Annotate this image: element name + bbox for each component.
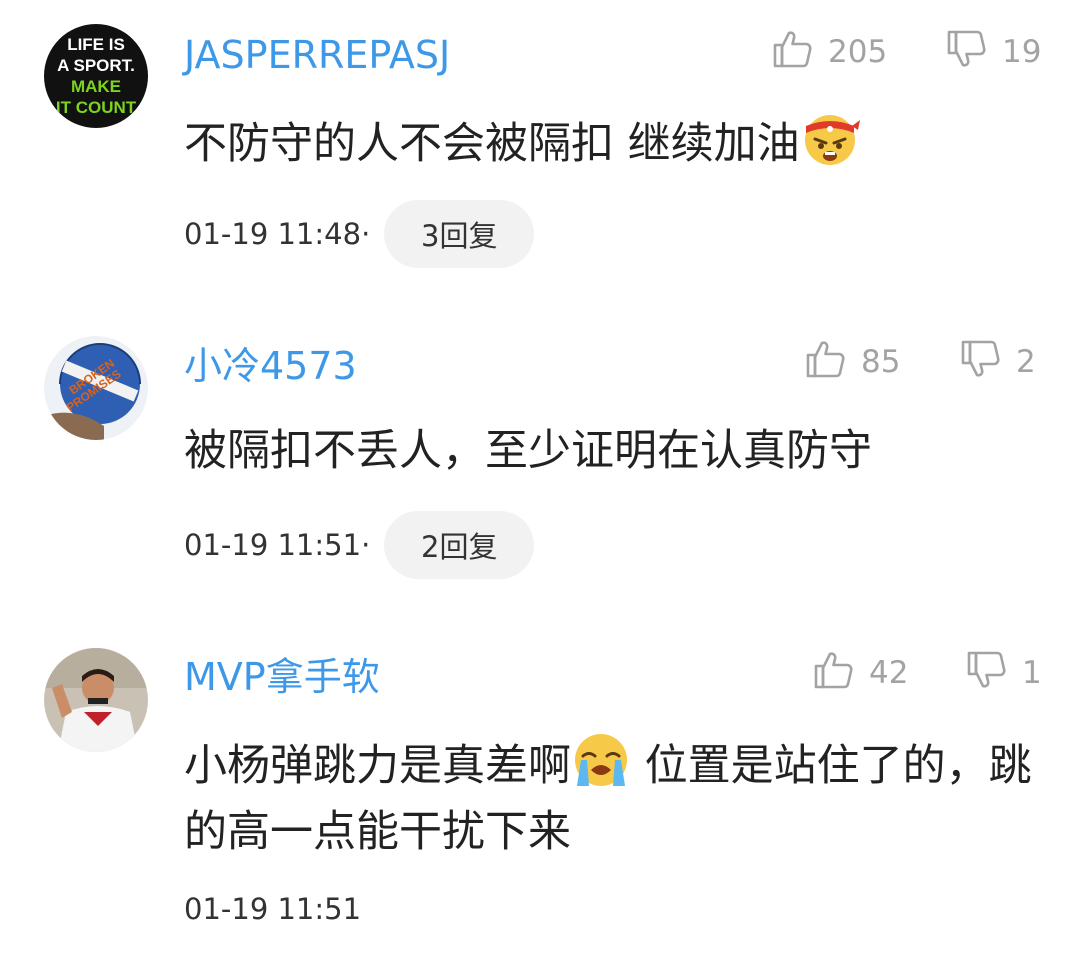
username[interactable]: MVP拿手软	[184, 658, 380, 696]
separator: ·	[361, 217, 371, 251]
like-button[interactable]: 205	[772, 28, 887, 76]
dislike-count: 2	[1016, 343, 1036, 380]
like-button[interactable]: 42	[813, 649, 908, 697]
separator: ·	[361, 528, 371, 562]
svg-text:MAKE: MAKE	[71, 77, 121, 96]
like-count: 205	[828, 33, 888, 70]
svg-text:A SPORT.: A SPORT.	[57, 56, 135, 75]
thumbs-down-icon	[966, 649, 1022, 697]
avatar[interactable]	[44, 648, 148, 752]
comment-meta: 01-19 11:51	[184, 892, 361, 926]
like-button[interactable]: 85	[805, 338, 900, 386]
thumbs-up-icon	[813, 649, 869, 697]
comment-meta: 01-19 11:48 · 3回复	[184, 200, 535, 268]
crying-emoji-icon	[571, 730, 631, 790]
timestamp: 01-19 11:51	[184, 528, 362, 562]
username[interactable]: JASPERREPASJ	[184, 36, 450, 74]
like-count: 85	[861, 343, 901, 380]
reply-count-button[interactable]: 3回复	[384, 200, 535, 268]
dislike-button[interactable]: 1	[966, 649, 1042, 697]
timestamp: 01-19 11:51	[184, 892, 362, 926]
username[interactable]: 小冷4573	[184, 347, 357, 385]
thumbs-down-icon	[946, 28, 1002, 76]
dislike-count: 1	[1022, 654, 1042, 691]
comment-meta: 01-19 11:51 · 2回复	[184, 511, 535, 579]
thumbs-up-icon	[805, 338, 861, 386]
avatar[interactable]: LIFE IS A SPORT. MAKE IT COUNT	[44, 24, 148, 128]
angry-headband-emoji-icon	[800, 108, 860, 168]
svg-text:LIFE IS: LIFE IS	[67, 35, 125, 54]
comment-text: 不防守的人不会被隔扣 继续加油	[184, 108, 1044, 177]
comment-text: 被隔扣不丢人，至少证明在认真防守	[184, 426, 872, 476]
dislike-count: 19	[1002, 33, 1042, 70]
svg-text:IT COUNT: IT COUNT	[56, 98, 137, 117]
dislike-button[interactable]: 2	[960, 338, 1036, 386]
thumbs-down-icon	[960, 338, 1016, 386]
avatar[interactable]: BROKEN PROMISES	[44, 336, 148, 440]
dislike-button[interactable]: 19	[946, 28, 1041, 76]
comment-text: 小杨弹跳力是真差啊 位置是站住了的，跳的高一点能干扰下来	[184, 730, 1044, 865]
timestamp: 01-19 11:48	[184, 217, 362, 251]
reply-count-button[interactable]: 2回复	[384, 511, 535, 579]
thumbs-up-icon	[772, 28, 828, 76]
like-count: 42	[869, 654, 909, 691]
